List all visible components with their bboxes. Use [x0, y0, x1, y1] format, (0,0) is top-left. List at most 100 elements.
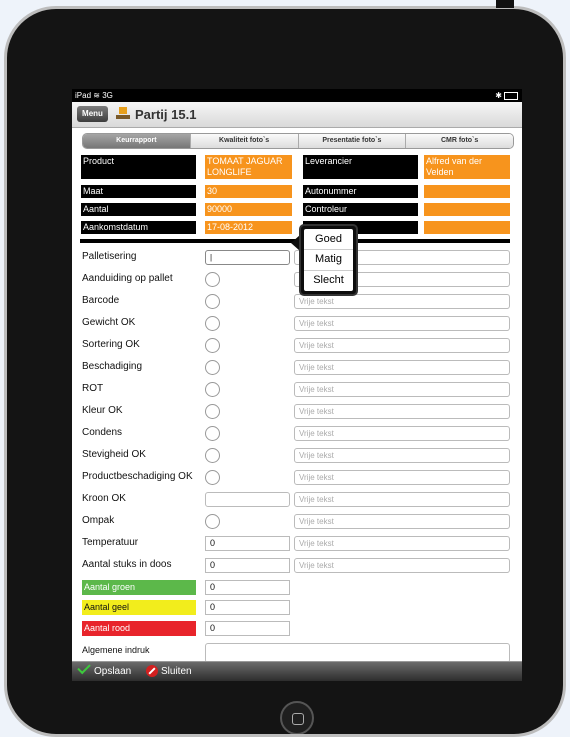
autonummer-value — [424, 185, 510, 198]
tab-cmr-fotos[interactable]: CMR foto`s — [405, 134, 513, 148]
stevigheid-radio[interactable] — [205, 448, 220, 463]
option-goed[interactable]: Goed — [304, 233, 353, 245]
ipad-frame: iPad ≋ 3G ✱ Menu Partij 15.1 Keurrapport… — [4, 6, 566, 737]
aantal-rood-input[interactable]: 0 — [205, 621, 290, 636]
rating-popover: Goed Matig Slecht — [299, 224, 358, 296]
home-button[interactable] — [280, 701, 314, 734]
row-label-aanduiding: Aanduiding op pallet — [82, 273, 173, 284]
aankomstdatum-label: Aankomstdatum — [81, 221, 196, 234]
aantal-geel-input[interactable]: 0 — [205, 600, 290, 615]
menu-button[interactable]: Menu — [77, 106, 108, 122]
aantal-groen-label: Aantal groen — [82, 580, 196, 595]
option-slecht[interactable]: Slecht — [304, 274, 353, 286]
ompak-radio[interactable] — [205, 514, 220, 529]
controleur-label: Controleur — [303, 203, 418, 216]
row-label-sortering: Sortering OK — [82, 339, 140, 350]
rot-text[interactable]: Vrije tekst — [294, 382, 510, 397]
palletisering-input[interactable]: | — [205, 250, 290, 265]
aantal-stuks-text[interactable]: Vrije tekst — [294, 558, 510, 573]
row-label-barcode: Barcode — [82, 295, 120, 306]
row-label-temperatuur: Temperatuur — [82, 537, 139, 548]
row-label-aantal-stuks: Aantal stuks in doos — [82, 559, 172, 570]
kroon-input[interactable] — [205, 492, 290, 507]
gewicht-text[interactable]: Vrije tekst — [294, 316, 510, 331]
autonummer-label: Autonummer — [303, 185, 418, 198]
maat-label: Maat — [81, 185, 196, 198]
algemene-indruk-input[interactable] — [205, 643, 510, 663]
popover-divider — [304, 270, 353, 271]
battery-icon — [504, 91, 518, 100]
sortering-radio[interactable] — [205, 338, 220, 353]
status-carrier: iPad ≋ 3G — [75, 89, 113, 102]
row-label-palletisering: Palletisering — [82, 251, 137, 262]
row-label-gewicht: Gewicht OK — [82, 317, 136, 328]
condens-text[interactable]: Vrije tekst — [294, 426, 510, 441]
tab-keurrapport[interactable]: Keurrapport — [83, 134, 190, 148]
kroon-text[interactable]: Vrije tekst — [294, 492, 510, 507]
pallet-icon — [116, 107, 130, 120]
temperatuur-input[interactable]: 0 — [205, 536, 290, 551]
aankomstdatum-value: 17-08-2012 — [205, 221, 292, 234]
temperatuur-text[interactable]: Vrije tekst — [294, 536, 510, 551]
save-button[interactable]: Opslaan — [77, 660, 132, 679]
product-label: Product — [81, 155, 196, 179]
barcode-text[interactable]: Vrije tekst — [294, 294, 510, 309]
aantal-stuks-input[interactable]: 0 — [205, 558, 290, 573]
maat-value: 30 — [205, 185, 292, 198]
kleur-radio[interactable] — [205, 404, 220, 419]
ipad-top-edge — [496, 0, 514, 8]
gewicht-radio[interactable] — [205, 316, 220, 331]
leverancier-label: Leverancier — [303, 155, 418, 179]
status-right: ✱ — [495, 89, 518, 102]
status-bar: iPad ≋ 3G ✱ — [72, 89, 522, 102]
kleur-text[interactable]: Vrije tekst — [294, 404, 510, 419]
barcode-radio[interactable] — [205, 294, 220, 309]
aantal-rood-label: Aantal rood — [82, 621, 196, 636]
row-label-ompak: Ompak — [82, 515, 115, 526]
bluetooth-icon: ✱ — [495, 91, 502, 100]
close-button[interactable]: Sluiten — [146, 665, 192, 679]
ompak-text[interactable]: Vrije tekst — [294, 514, 510, 529]
productbeschadiging-text[interactable]: Vrije tekst — [294, 470, 510, 485]
rot-radio[interactable] — [205, 382, 220, 397]
beschadiging-text[interactable]: Vrije tekst — [294, 360, 510, 375]
aantal-groen-input[interactable]: 0 — [205, 580, 290, 595]
check-icon — [77, 660, 91, 675]
popover-list: Goed Matig Slecht — [304, 229, 353, 291]
bottom-toolbar: Opslaan Sluiten — [72, 660, 522, 681]
save-label: Opslaan — [94, 666, 132, 677]
tab-bar: Keurrapport Kwaliteit foto`s Presentatie… — [82, 133, 514, 149]
app-screen: iPad ≋ 3G ✱ Menu Partij 15.1 Keurrapport… — [72, 89, 522, 681]
aanduiding-radio[interactable] — [205, 272, 220, 287]
product-value: TOMAAT JAGUAR LONGLIFE — [205, 155, 292, 179]
sortering-text[interactable]: Vrije tekst — [294, 338, 510, 353]
close-label: Sluiten — [161, 666, 192, 677]
tab-presentatie-fotos[interactable]: Presentatie foto`s — [297, 134, 406, 148]
carrier-label: iPad — [75, 91, 92, 100]
network-label: 3G — [102, 91, 113, 100]
popover-divider — [304, 249, 353, 250]
aantal-value: 90000 — [205, 203, 292, 216]
no-entry-icon — [146, 665, 158, 678]
navigation-bar: Menu Partij 15.1 — [72, 102, 522, 128]
tab-kwaliteit-fotos[interactable]: Kwaliteit foto`s — [189, 134, 298, 148]
stevigheid-text[interactable]: Vrije tekst — [294, 448, 510, 463]
page-title: Partij 15.1 — [135, 107, 197, 122]
extra-value — [424, 221, 510, 234]
aantal-geel-label: Aantal geel — [82, 600, 196, 615]
row-label-condens: Condens — [82, 427, 123, 438]
condens-radio[interactable] — [205, 426, 220, 441]
row-label-productbeschadiging: Productbeschadiging OK — [82, 471, 193, 482]
row-label-kroon: Kroon OK — [82, 493, 126, 504]
aantal-label: Aantal — [81, 203, 196, 216]
row-label-stevigheid: Stevigheid OK — [82, 449, 146, 460]
row-label-beschadiging: Beschadiging — [82, 361, 143, 372]
row-label-algemene-indruk: Algemene indruk — [82, 645, 150, 655]
row-label-kleur: Kleur OK — [82, 405, 123, 416]
beschadiging-radio[interactable] — [205, 360, 220, 375]
leverancier-value: Alfred van der Velden — [424, 155, 510, 179]
option-matig[interactable]: Matig — [304, 253, 353, 265]
productbeschadiging-radio[interactable] — [205, 470, 220, 485]
controleur-value — [424, 203, 510, 216]
wifi-icon: ≋ — [93, 91, 100, 100]
